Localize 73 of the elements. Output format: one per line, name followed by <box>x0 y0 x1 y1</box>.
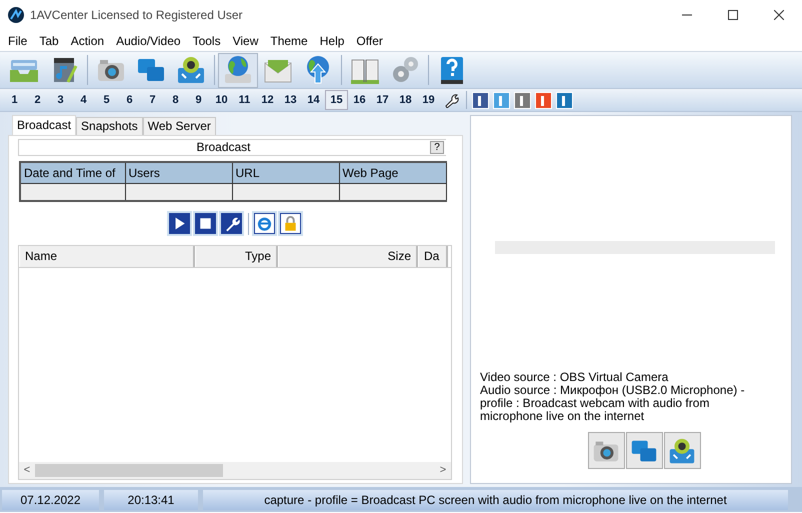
status-text: capture - profile = Broadcast PC screen with audio from microphone live on the internet <box>203 490 788 510</box>
lock-icon <box>280 213 300 234</box>
number-button[interactable]: 2 <box>26 90 49 110</box>
tab[interactable]: Broadcast <box>12 115 76 135</box>
wrench-icon <box>220 213 242 234</box>
number-button[interactable]: 11 <box>233 90 256 110</box>
menu-item[interactable]: Offer <box>350 30 389 51</box>
column-header: Users <box>125 162 232 184</box>
number-button[interactable]: 3 <box>49 90 72 110</box>
menu-item[interactable]: Help <box>314 30 350 51</box>
scrollbar-thumb[interactable] <box>35 464 223 477</box>
help-button[interactable]: ? <box>430 141 444 154</box>
menu-item[interactable]: Tab <box>33 30 65 51</box>
status-text: 07.12.2022 <box>2 490 99 510</box>
social-icon[interactable] <box>514 92 531 108</box>
scroll-right-button[interactable]: > <box>435 462 451 479</box>
number-button[interactable]: 12 <box>256 90 279 110</box>
play-icon <box>168 213 190 234</box>
number-button[interactable]: 17 <box>371 90 394 110</box>
column-header: Type <box>195 246 278 266</box>
number-button[interactable]: 1 <box>3 90 26 110</box>
info-text: Video source : OBS Virtual Camera <box>480 371 670 384</box>
menu-item[interactable]: Action <box>64 30 110 51</box>
stop-button[interactable] <box>192 211 218 236</box>
number-button[interactable]: 6 <box>118 90 141 110</box>
number-button[interactable]: 18 <box>394 90 417 110</box>
number-button[interactable]: 10 <box>210 90 233 110</box>
menu-item[interactable]: File <box>2 30 34 51</box>
column-header: Name <box>19 246 195 266</box>
lock-button[interactable] <box>278 211 302 236</box>
social-icon[interactable] <box>556 92 573 108</box>
screen-button[interactable] <box>626 432 662 469</box>
menu-item[interactable]: View <box>226 30 264 51</box>
number-button[interactable]: 4 <box>72 90 95 110</box>
column-header: Web Page <box>339 162 446 184</box>
scroll-left-button[interactable]: < <box>19 462 35 479</box>
browser-icon <box>254 213 274 234</box>
column-header: Da <box>418 246 448 266</box>
number-button[interactable]: 16 <box>348 90 371 110</box>
tab[interactable]: Snapshots <box>76 117 143 135</box>
play-button[interactable] <box>166 211 192 236</box>
number-button[interactable]: 7 <box>141 90 164 110</box>
social-icon[interactable] <box>472 92 489 108</box>
webcam-button[interactable] <box>664 432 700 469</box>
status-text: 20:13:41 <box>104 490 198 510</box>
camera-button[interactable] <box>588 432 624 469</box>
menu-item[interactable]: Audio/Video <box>110 30 187 51</box>
globe-drive-icon <box>222 54 254 86</box>
menu-item[interactable]: Theme <box>264 30 314 51</box>
close-icon <box>774 10 784 20</box>
number-button[interactable]: 19 <box>417 90 440 110</box>
webcam-icon <box>175 54 207 86</box>
number-button[interactable]: 9 <box>187 90 210 110</box>
app-logo-icon <box>8 7 24 23</box>
number-button[interactable]: 14 <box>302 90 325 110</box>
section-title: Broadcast <box>195 140 252 155</box>
number-button[interactable]: 5 <box>95 90 118 110</box>
wrench-icon <box>444 92 460 108</box>
number-button[interactable]: 8 <box>164 90 187 110</box>
wrench-button[interactable] <box>218 211 244 236</box>
tab[interactable]: Web Server <box>142 117 216 135</box>
column-header: URL <box>232 162 339 184</box>
number-button[interactable]: 13 <box>279 90 302 110</box>
stop-icon <box>194 213 216 234</box>
info-text: Audio source : Микрофон (USB2.0 Microphone) - profile : Broadcast webcam with audio from microphone live on the internet <box>480 384 746 423</box>
menu-item[interactable]: Tools <box>186 30 227 51</box>
maximize-icon <box>728 10 738 20</box>
column-header: Size <box>278 246 418 266</box>
column-header: Date and Time of <box>20 162 125 184</box>
browser-button[interactable] <box>252 211 276 236</box>
number-button[interactable]: 15 <box>325 90 348 110</box>
window-title: 1AVCenter Licensed to Registered User <box>30 7 243 24</box>
social-icon[interactable] <box>535 92 552 108</box>
